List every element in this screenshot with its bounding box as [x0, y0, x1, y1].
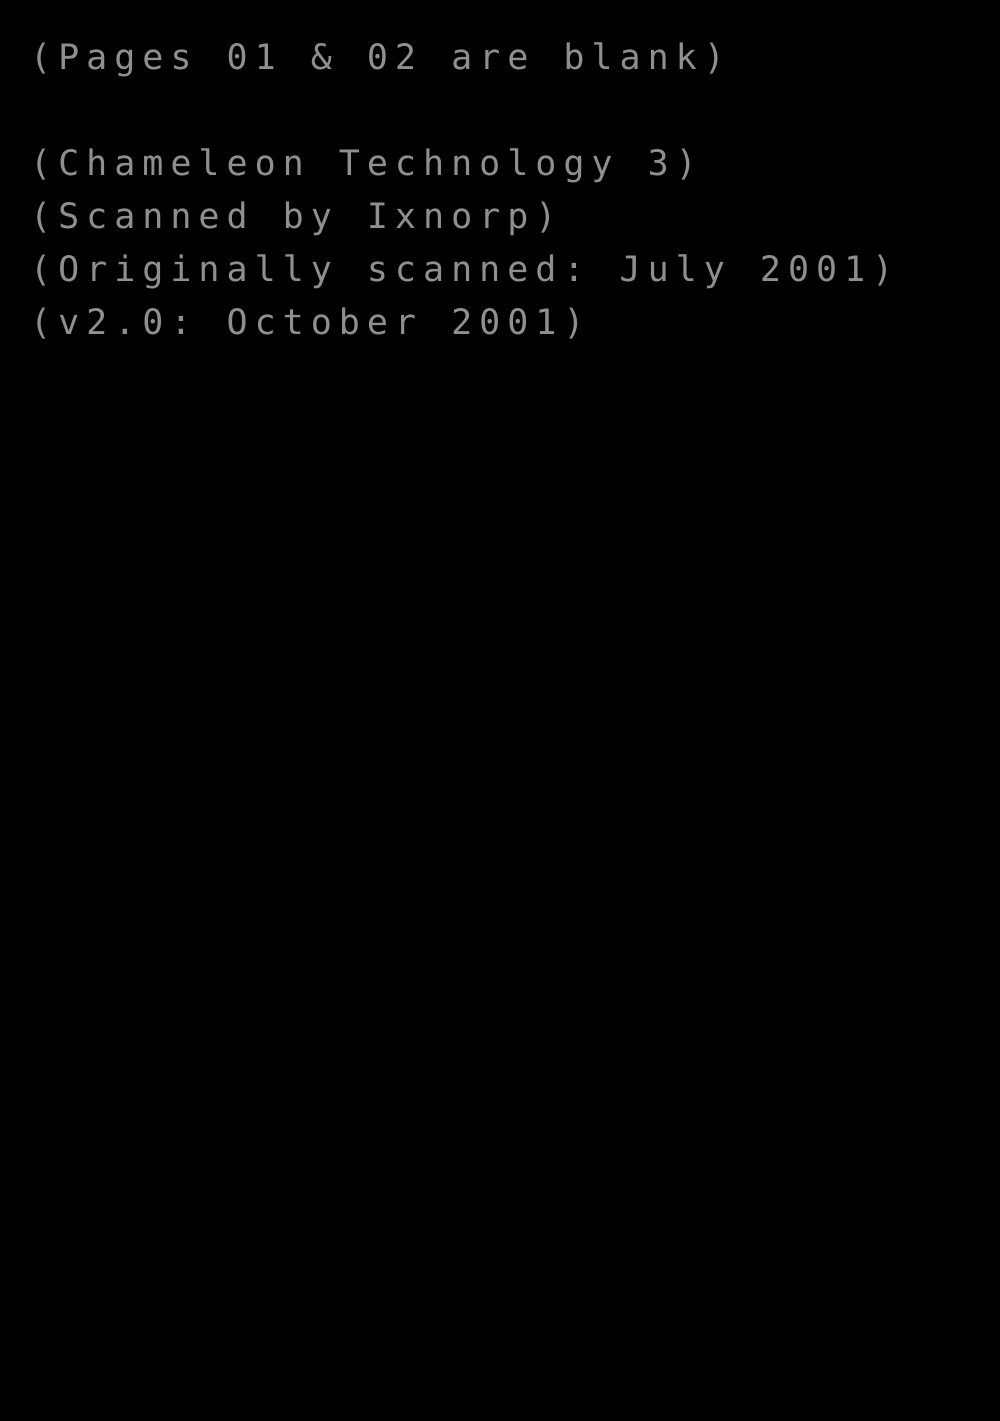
version-note: (v2.0: October 2001)	[30, 303, 592, 343]
publication-note: (Chameleon Technology 3)	[30, 144, 704, 184]
blank-spacer-line	[30, 85, 970, 138]
blank-pages-note: (Pages 01 & 02 are blank)	[30, 38, 732, 78]
scanned-by-note: (Scanned by Ixnorp)	[30, 197, 564, 237]
scan-note-page: (Pages 01 & 02 are blank) (Chameleon Tec…	[0, 0, 1000, 1421]
original-scan-date-note: (Originally scanned: July 2001)	[30, 250, 901, 290]
scan-note-text-block: (Pages 01 & 02 are blank) (Chameleon Tec…	[30, 32, 970, 350]
